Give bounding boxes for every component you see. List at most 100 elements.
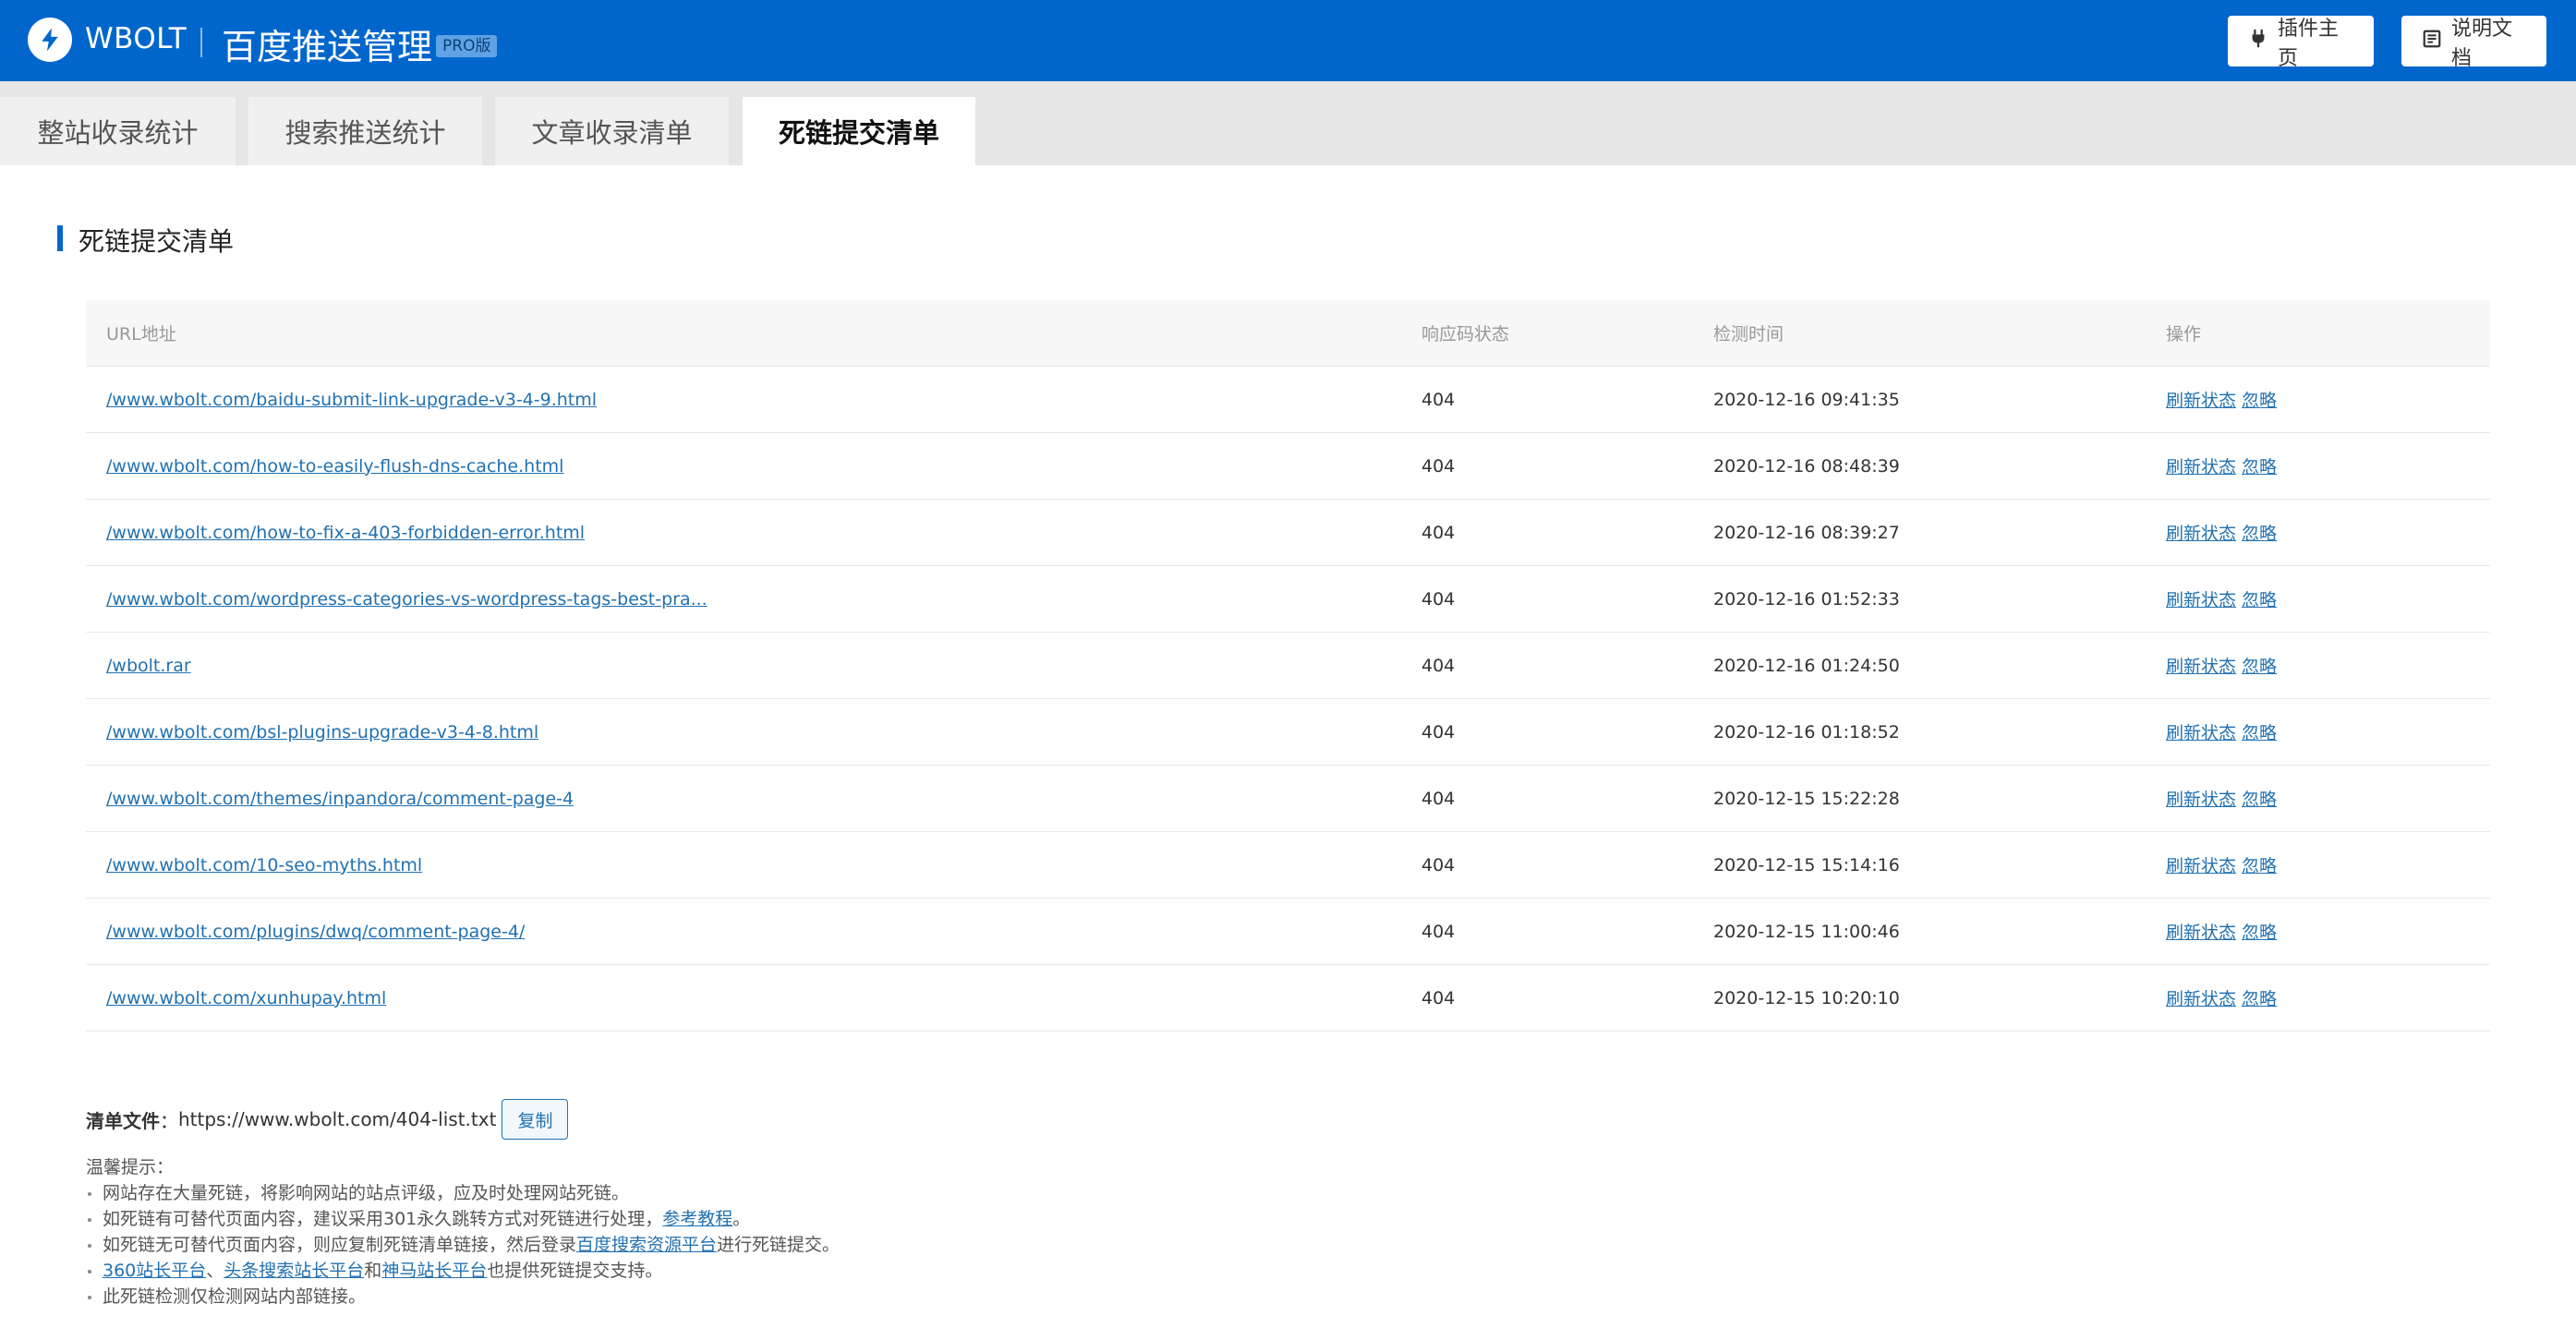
- refresh-status-link[interactable]: 刷新状态: [2166, 653, 2236, 678]
- dead-link-url[interactable]: /www.wbolt.com/themes/inpandora/comment-…: [106, 789, 574, 809]
- tip-text: 、: [206, 1261, 224, 1281]
- check-time: 2020-12-15 10:20:10: [1713, 987, 1900, 1008]
- refresh-status-link[interactable]: 刷新状态: [2166, 520, 2236, 545]
- ignore-link[interactable]: 忽略: [2242, 985, 2277, 1010]
- tip-item: 360站长平台、头条搜索站长平台和神马站长平台也提供死链提交支持。: [86, 1258, 840, 1284]
- tip-text: 此死链检测仅检测网站内部链接。: [103, 1286, 367, 1307]
- ignore-link[interactable]: 忽略: [2242, 919, 2277, 944]
- check-time: 2020-12-16 08:48:39: [1713, 455, 1900, 477]
- check-time: 2020-12-15 11:00:46: [1713, 921, 1900, 942]
- column-header-time: 检测时间: [1713, 324, 1784, 344]
- dead-link-url[interactable]: /www.wbolt.com/how-to-easily-flush-dns-c…: [106, 456, 563, 477]
- wbolt-logo-icon: [28, 18, 72, 62]
- pro-badge: PRO版: [436, 35, 498, 57]
- table-row: /www.wbolt.com/xunhupay.html 404 2020-12…: [86, 965, 2490, 1032]
- status-code: 404: [1421, 854, 1456, 875]
- refresh-status-link[interactable]: 刷新状态: [2166, 719, 2236, 744]
- section-accent-bar: [57, 225, 63, 251]
- tip-text: 如死链有可替代页面内容，建议采用301永久跳转方式对死链进行处理，: [103, 1209, 663, 1229]
- refresh-status-link[interactable]: 刷新状态: [2166, 985, 2236, 1010]
- ignore-link[interactable]: 忽略: [2242, 453, 2277, 478]
- dead-link-url[interactable]: /www.wbolt.com/xunhupay.html: [106, 988, 386, 1008]
- ignore-link[interactable]: 忽略: [2242, 586, 2277, 611]
- brand-name: WBOLT: [85, 22, 187, 55]
- ignore-link[interactable]: 忽略: [2242, 520, 2277, 545]
- ignore-link[interactable]: 忽略: [2242, 852, 2277, 877]
- tab-article-index-list[interactable]: 文章收录清单: [495, 97, 729, 165]
- tip-item: 如死链无可替代页面内容，则应复制死链清单链接，然后登录百度搜索资源平台进行死链提…: [86, 1232, 840, 1258]
- status-code: 404: [1421, 655, 1456, 676]
- dead-link-url[interactable]: /www.wbolt.com/wordpress-categories-vs-w…: [106, 589, 707, 610]
- baidu-search-resource-platform-link[interactable]: 百度搜索资源平台: [576, 1235, 717, 1255]
- tab-push-stats[interactable]: 搜索推送统计: [248, 97, 482, 165]
- table-row: /www.wbolt.com/bsl-plugins-upgrade-v3-4-…: [86, 699, 2490, 766]
- shenma-webmaster-link[interactable]: 神马站长平台: [381, 1261, 487, 1281]
- refresh-status-link[interactable]: 刷新状态: [2166, 453, 2236, 478]
- check-time: 2020-12-16 09:41:35: [1713, 389, 1900, 410]
- docs-label: 说明文档: [2451, 17, 2513, 70]
- check-time: 2020-12-16 08:39:27: [1713, 522, 1900, 543]
- table-header: URL地址 响应码状态 检测时间 操作: [86, 300, 2490, 367]
- status-code: 404: [1421, 788, 1456, 809]
- check-time: 2020-12-15 15:22:28: [1713, 788, 1900, 809]
- status-code: 404: [1421, 455, 1456, 477]
- refresh-status-link[interactable]: 刷新状态: [2166, 387, 2236, 412]
- list-file-colon: ：: [160, 1109, 178, 1132]
- dead-link-url[interactable]: /www.wbolt.com/plugins/dwq/comment-page-…: [106, 922, 525, 942]
- document-icon: [2422, 29, 2442, 54]
- tip-text: 网站存在大量死链，将影响网站的站点评级，应及时处理网站死链。: [103, 1183, 630, 1203]
- dead-link-table: URL地址 响应码状态 检测时间 操作 /www.wbolt.com/baidu…: [86, 300, 2490, 1032]
- column-header-status: 响应码状态: [1421, 324, 1510, 344]
- list-file-row: 清单文件 ： https://www.wbolt.com/404-list.tx…: [86, 1097, 569, 1141]
- list-file-label: 清单文件: [86, 1109, 160, 1132]
- docs-button[interactable]: 说明文档: [2401, 16, 2546, 70]
- tips-title: 温馨提示：: [86, 1157, 175, 1177]
- dead-link-url[interactable]: /www.wbolt.com/10-seo-myths.html: [106, 855, 422, 875]
- refresh-status-link[interactable]: 刷新状态: [2166, 852, 2236, 877]
- refresh-status-link[interactable]: 刷新状态: [2166, 919, 2236, 944]
- toutiao-webmaster-link[interactable]: 头条搜索站长平台: [224, 1261, 364, 1281]
- check-time: 2020-12-16 01:52:33: [1713, 588, 1900, 610]
- copy-button[interactable]: 复制: [502, 1099, 569, 1140]
- tab-bar: 整站收录统计 搜索推送统计 文章收录清单 死链提交清单: [0, 81, 2576, 165]
- table-row: /www.wbolt.com/baidu-submit-link-upgrade…: [86, 367, 2490, 433]
- status-code: 404: [1421, 522, 1456, 543]
- table-row: /wbolt.rar 404 2020-12-16 01:24:50 刷新状态忽…: [86, 633, 2490, 699]
- status-code: 404: [1421, 389, 1456, 410]
- ignore-link[interactable]: 忽略: [2242, 653, 2277, 678]
- dead-link-url[interactable]: /www.wbolt.com/baidu-submit-link-upgrade…: [106, 390, 597, 410]
- check-time: 2020-12-15 15:14:16: [1713, 854, 1900, 875]
- tab-dead-link-list[interactable]: 死链提交清单: [743, 97, 975, 165]
- check-time: 2020-12-16 01:18:52: [1713, 721, 1900, 742]
- dead-link-url[interactable]: /www.wbolt.com/how-to-fix-a-403-forbidde…: [106, 523, 585, 543]
- status-code: 404: [1421, 987, 1456, 1008]
- table-row: /www.wbolt.com/how-to-fix-a-403-forbidde…: [86, 500, 2490, 566]
- table-row: /www.wbolt.com/wordpress-categories-vs-w…: [86, 566, 2490, 633]
- table-row: /www.wbolt.com/plugins/dwq/comment-page-…: [86, 899, 2490, 965]
- refresh-status-link[interactable]: 刷新状态: [2166, 786, 2236, 811]
- dead-link-url[interactable]: /wbolt.rar: [106, 656, 191, 676]
- reference-tutorial-link[interactable]: 参考教程: [662, 1209, 732, 1229]
- column-header-actions: 操作: [2166, 324, 2202, 344]
- ignore-link[interactable]: 忽略: [2242, 719, 2277, 744]
- table-row: /www.wbolt.com/themes/inpandora/comment-…: [86, 766, 2490, 832]
- tip-text: 和: [364, 1261, 382, 1281]
- tip-item: 网站存在大量死链，将影响网站的站点评级，应及时处理网站死链。: [86, 1180, 840, 1206]
- tip-text: 如死链无可替代页面内容，则应复制死链清单链接，然后登录: [103, 1235, 577, 1255]
- dead-link-url[interactable]: /www.wbolt.com/bsl-plugins-upgrade-v3-4-…: [106, 722, 538, 742]
- plugin-home-label: 插件主页: [2278, 17, 2340, 70]
- ignore-link[interactable]: 忽略: [2242, 387, 2277, 412]
- tip-item: 此死链检测仅检测网站内部链接。: [86, 1284, 840, 1310]
- 360-webmaster-link[interactable]: 360站长平台: [103, 1261, 206, 1281]
- tip-text: 。: [732, 1209, 751, 1229]
- tip-text: 进行死链提交。: [717, 1235, 841, 1255]
- refresh-status-link[interactable]: 刷新状态: [2166, 586, 2236, 611]
- ignore-link[interactable]: 忽略: [2242, 786, 2277, 811]
- list-file-url: https://www.wbolt.com/404-list.txt: [178, 1108, 497, 1130]
- table-row: /www.wbolt.com/how-to-easily-flush-dns-c…: [86, 433, 2490, 500]
- plugin-home-button[interactable]: 插件主页: [2228, 16, 2374, 70]
- tab-site-index-stats[interactable]: 整站收录统计: [0, 97, 236, 165]
- page-title: 百度推送管理: [222, 27, 433, 67]
- check-time: 2020-12-16 01:24:50: [1713, 655, 1900, 676]
- status-code: 404: [1421, 921, 1456, 942]
